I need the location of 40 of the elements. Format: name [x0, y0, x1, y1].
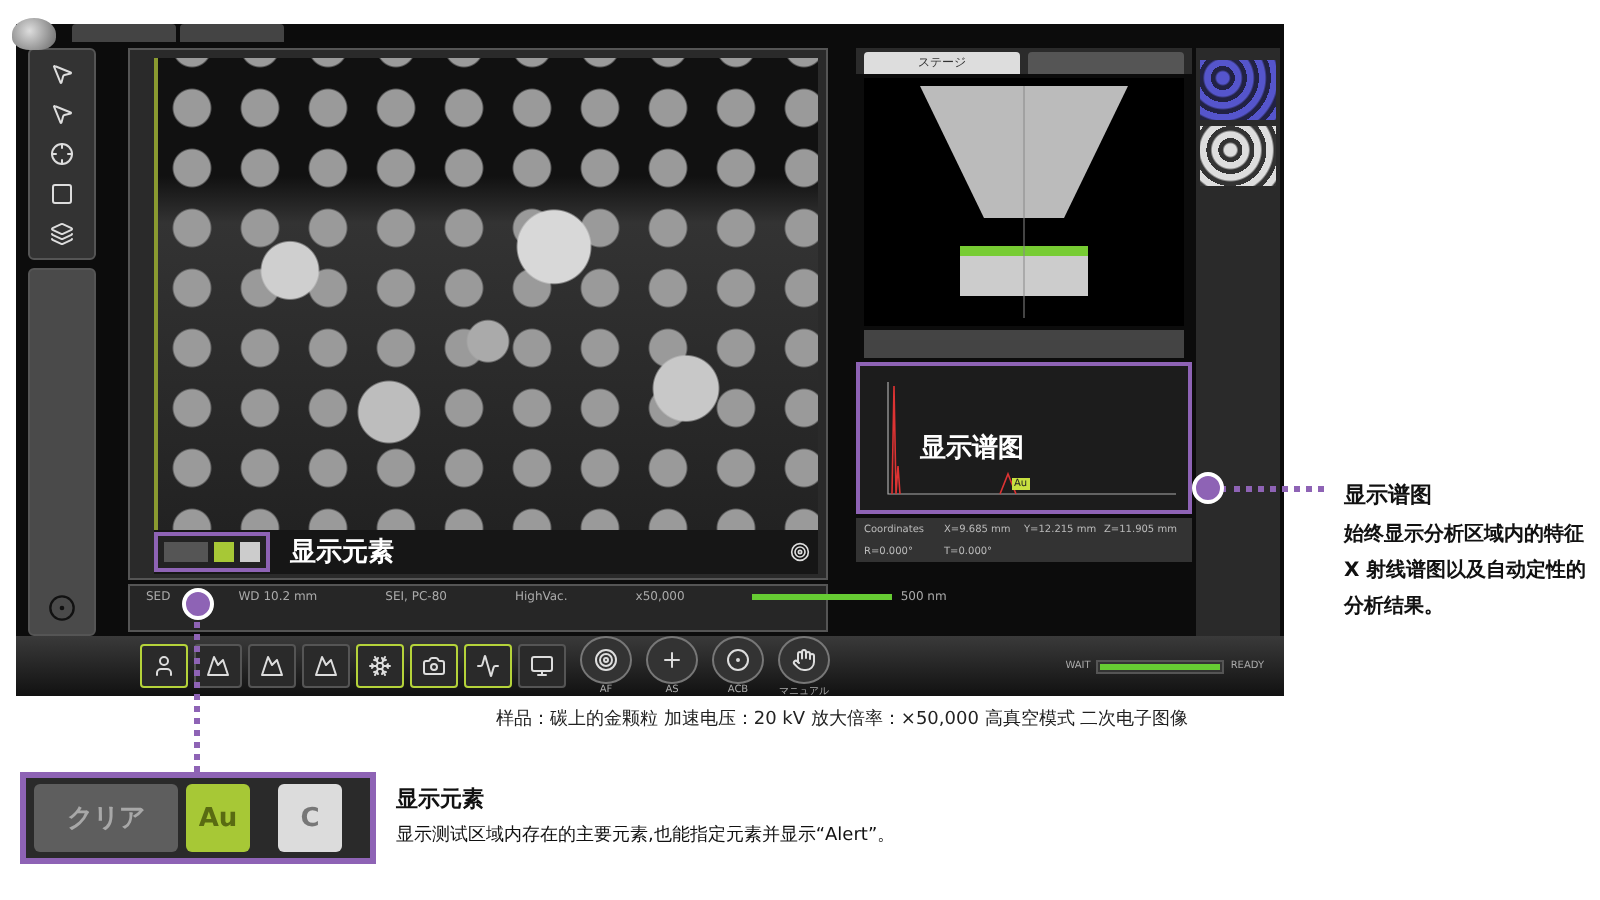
target-icon: [594, 648, 618, 672]
toolbar-button[interactable]: [248, 644, 296, 688]
toolbar-button[interactable]: [194, 644, 242, 688]
crosshair-icon[interactable]: [50, 142, 74, 166]
circle-dot-icon: [726, 648, 750, 672]
note-text: 显示测试区域内存在的主要元素,也能指定元素并显示“Alert”。: [396, 823, 896, 848]
monitor-icon: [530, 654, 554, 678]
note-title: 显示元素: [396, 784, 486, 814]
hand-icon: [792, 647, 816, 671]
element-button[interactable]: Au: [186, 784, 250, 852]
scale-bar: [752, 594, 893, 600]
app-logo: [12, 18, 56, 50]
pointer-icon[interactable]: [50, 102, 74, 126]
round-button[interactable]: [712, 636, 764, 684]
callout-label: 显示元素: [290, 535, 394, 570]
mountain-icon: [314, 654, 338, 678]
element-button[interactable]: C: [278, 784, 342, 852]
snowflake-icon: [368, 654, 392, 678]
round-button[interactable]: [580, 636, 632, 684]
callout-label: 显示谱图: [920, 431, 1024, 466]
toolbar-button[interactable]: [302, 644, 350, 688]
round-button[interactable]: [646, 636, 698, 684]
thumbnail[interactable]: [1200, 126, 1276, 186]
round-button[interactable]: [778, 635, 830, 683]
square-icon[interactable]: [50, 182, 74, 206]
person-icon: [152, 654, 176, 678]
plus-icon: [660, 648, 684, 672]
camera-icon: [422, 654, 446, 678]
mountain-icon: [206, 654, 230, 678]
toolbar-button[interactable]: [518, 644, 566, 688]
pulse-icon: [476, 654, 500, 678]
thumbnail[interactable]: [1200, 60, 1276, 120]
element-button[interactable]: クリア: [34, 784, 178, 852]
settings-icon[interactable]: [790, 542, 810, 562]
pointer-icon[interactable]: [50, 62, 74, 86]
note-text: 始终显示分析区域内的特征 X 射线谱图以及自动定性的分析结果。: [1344, 521, 1588, 622]
layers-icon[interactable]: [50, 222, 74, 246]
mountain-icon: [260, 654, 284, 678]
note-title: 显示谱图: [1344, 480, 1434, 510]
sample-caption: 样品：碳上的金颗粒 加速电压：20 kV 放大倍率：×50,000 高真空模式 二次电子图像: [496, 707, 1191, 732]
